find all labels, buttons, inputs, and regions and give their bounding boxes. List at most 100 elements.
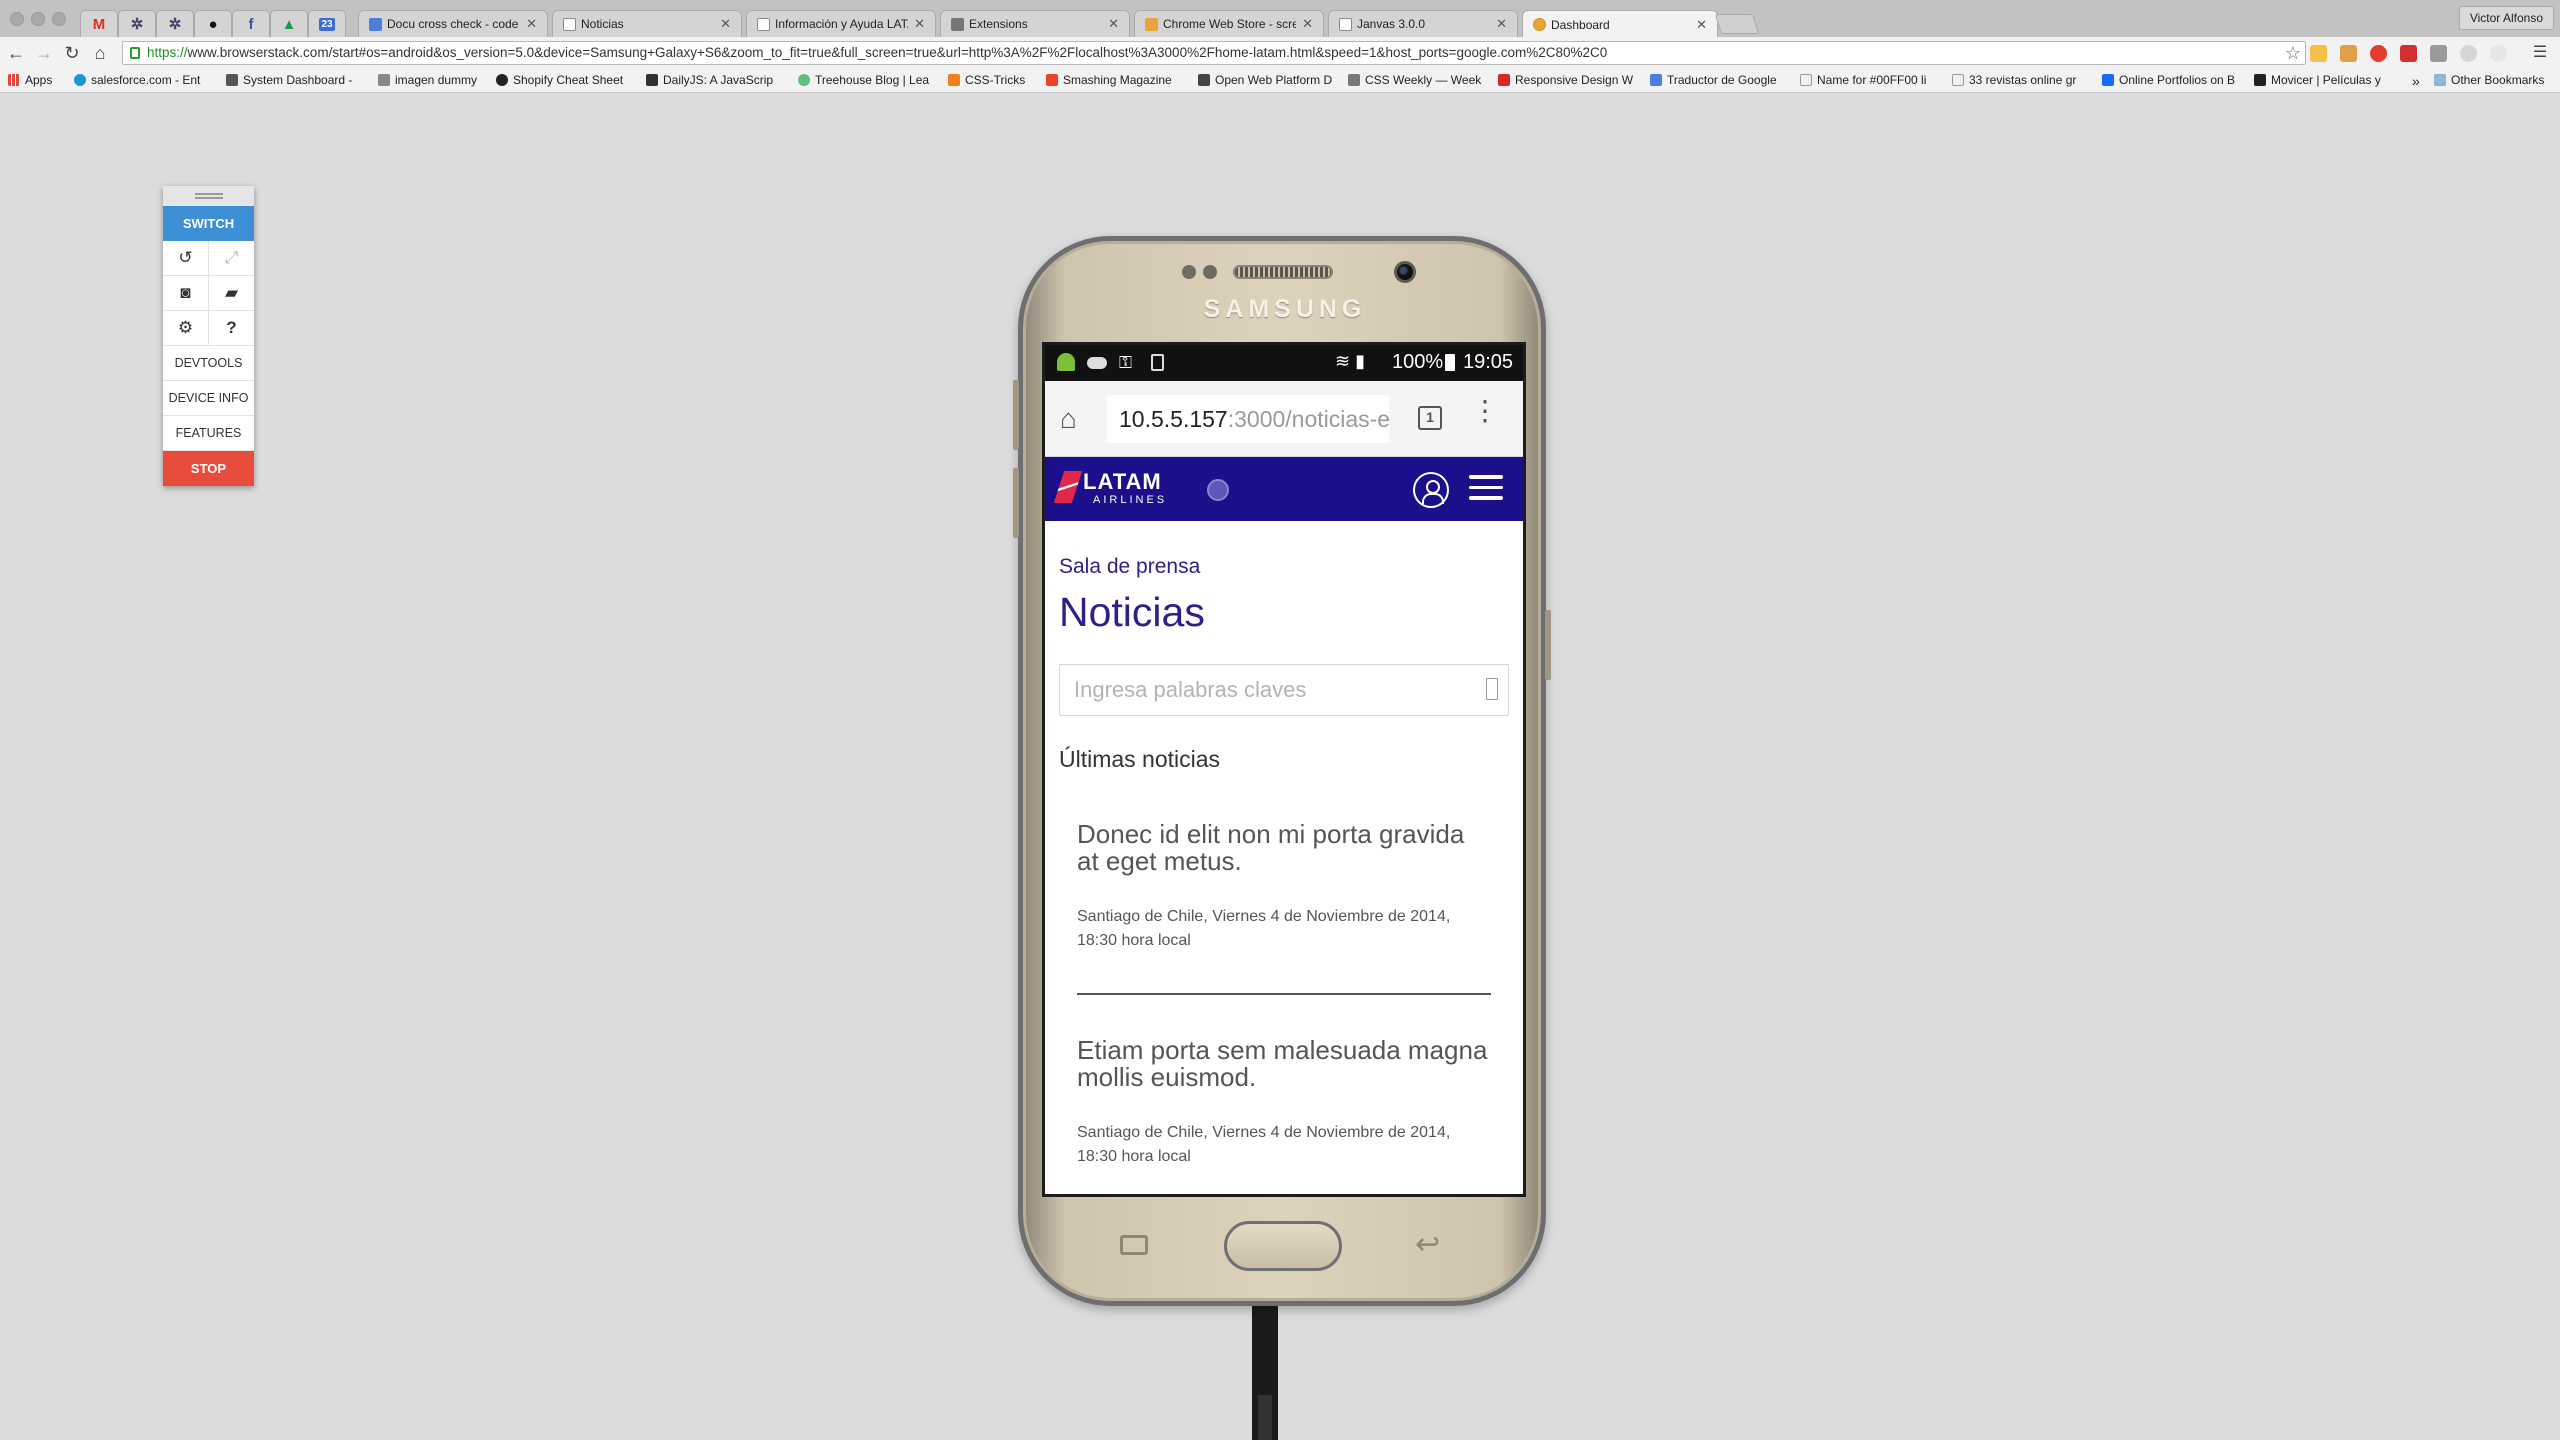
close-icon[interactable]: ✕ <box>914 16 925 32</box>
back-arrow-icon[interactable]: ← <box>6 43 26 63</box>
bookmark-item[interactable]: Shopify Cheat Sheet <box>496 73 623 87</box>
bookmark-item[interactable]: Name for #00FF00 li <box>1800 73 1926 87</box>
reload-icon[interactable]: ↻ <box>62 43 82 63</box>
latam-logo[interactable]: LATAM <box>1083 471 1162 493</box>
new-tab-button[interactable] <box>1714 14 1760 34</box>
bookmark-item[interactable]: Smashing Magazine <box>1046 73 1172 87</box>
pinned-tab-github[interactable]: ● <box>194 10 232 37</box>
home-button[interactable] <box>1224 1221 1342 1271</box>
tab-docu-cross-check[interactable]: Docu cross check - code r ✕ <box>358 10 548 37</box>
tab-informacion-ayuda[interactable]: Información y Ayuda LATAM ✕ <box>746 10 936 37</box>
pinned-tab-network[interactable]: ✲ <box>118 10 156 37</box>
android-icon <box>1057 353 1075 371</box>
bookmark-item[interactable]: DailyJS: A JavaScrip <box>646 73 773 87</box>
search-input[interactable]: Ingresa palabras claves <box>1059 664 1509 716</box>
bookmark-item[interactable]: Online Portfolios on B <box>2102 73 2235 87</box>
rotate-icon[interactable]: ↺ <box>163 241 208 275</box>
news-title[interactable]: Donec id elit non mi porta gravida at eg… <box>1077 821 1491 875</box>
bookmark-item[interactable]: CSS-Tricks <box>948 73 1025 87</box>
calendar-icon: 23 <box>319 17 335 31</box>
pinned-tab-network[interactable]: ✲ <box>156 10 194 37</box>
zoom-window-button[interactable] <box>52 12 66 26</box>
bookmark-item[interactable]: System Dashboard - <box>226 73 352 87</box>
recent-apps-button[interactable] <box>1120 1235 1148 1255</box>
overflow-menu-icon[interactable]: ⋮ <box>1471 397 1499 425</box>
chrome-menu-icon[interactable]: ☰ <box>2530 43 2550 63</box>
device-info-button[interactable]: DEVICE INFO <box>163 381 254 416</box>
pinned-tab-gmail[interactable]: M <box>80 10 118 37</box>
github-icon: ● <box>208 15 218 33</box>
close-icon[interactable]: ✕ <box>720 16 731 32</box>
tab-extensions[interactable]: Extensions ✕ <box>940 10 1130 37</box>
extension-ruler-icon[interactable] <box>2340 45 2357 62</box>
tab-chrome-web-store[interactable]: Chrome Web Store - screen ✕ <box>1134 10 1324 37</box>
bookmark-item[interactable]: 33 revistas online gr <box>1952 73 2076 87</box>
bookmark-item[interactable]: imagen dummy <box>378 73 477 87</box>
bookmark-item[interactable]: Responsive Design W <box>1498 73 1633 87</box>
forward-arrow-icon[interactable]: → <box>34 43 54 63</box>
stop-button[interactable]: STOP <box>163 451 254 486</box>
bookmark-star-icon[interactable]: ☆ <box>2285 42 2301 64</box>
bookmark-item[interactable]: salesforce.com - Ent <box>74 73 200 87</box>
profile-button[interactable]: Victor Alfonso <box>2458 6 2554 30</box>
bookmark-item[interactable]: Treehouse Blog | Lea <box>798 73 929 87</box>
devtools-button[interactable]: DEVTOOLS <box>163 346 254 381</box>
bookmark-item[interactable]: Movicer | Películas y <box>2254 73 2381 87</box>
extension-gray-icon[interactable] <box>2430 45 2447 62</box>
pinned-tab-calendar[interactable]: 23 <box>308 10 346 37</box>
tab-dashboard[interactable]: Dashboard ✕ <box>1522 10 1718 38</box>
hamburger-menu-icon[interactable] <box>1469 475 1503 501</box>
fullscreen-icon[interactable]: ⤢ <box>208 241 254 275</box>
movicer-icon <box>2254 74 2266 86</box>
help-icon[interactable]: ? <box>208 311 254 345</box>
features-button[interactable]: FEATURES <box>163 416 254 451</box>
news-item[interactable]: Etiam porta sem malesuada magna mollis e… <box>1077 995 1491 1169</box>
other-bookmarks[interactable]: Other Bookmarks <box>2434 73 2544 87</box>
close-window-button[interactable] <box>10 12 24 26</box>
close-icon[interactable]: ✕ <box>1696 17 1707 33</box>
home-icon[interactable]: ⌂ <box>90 43 110 63</box>
close-icon[interactable]: ✕ <box>1496 16 1507 32</box>
close-icon[interactable]: ✕ <box>526 16 537 32</box>
camera-icon[interactable]: ◙ <box>163 276 208 310</box>
search-icon[interactable] <box>1486 678 1498 700</box>
bookmarks-overflow-button[interactable]: » <box>2412 73 2420 89</box>
latam-logo-mark <box>1053 471 1083 503</box>
pinned-tab-drive[interactable]: ▲ <box>270 10 308 37</box>
pinned-tab-facebook[interactable]: f <box>232 10 270 37</box>
network-icon: ✲ <box>130 16 144 33</box>
extension-light-icon[interactable] <box>2490 45 2507 62</box>
tab-title: Docu cross check - code r <box>387 17 521 31</box>
extension-pencil-icon[interactable] <box>2310 45 2327 62</box>
extension-css-icon[interactable] <box>2400 45 2417 62</box>
extension-opera-icon[interactable] <box>2370 45 2387 62</box>
tab-noticias[interactable]: Noticias ✕ <box>552 10 742 37</box>
news-item[interactable]: Donec id elit non mi porta gravida at eg… <box>1077 773 1491 995</box>
address-bar[interactable]: https://www.browserstack.com/start#os=an… <box>122 41 2306 65</box>
home-icon[interactable]: ⌂ <box>1060 403 1077 435</box>
extension-circle-icon[interactable] <box>2460 45 2477 62</box>
browserstack-toolbar: SWITCH ↺ ⤢ ◙ ▰ ⚙ ? DEVTOOLS DEVICE INFO … <box>163 186 254 486</box>
user-account-icon[interactable] <box>1413 472 1449 508</box>
breadcrumb[interactable]: Sala de prensa <box>1059 555 1509 579</box>
mobile-address-bar[interactable]: 10.5.5.157:3000/noticias-e <box>1107 395 1389 443</box>
bookmark-item[interactable]: Traductor de Google <box>1650 73 1777 87</box>
gear-icon[interactable]: ⚙ <box>163 311 208 345</box>
minimize-window-button[interactable] <box>31 12 45 26</box>
lock-icon <box>130 47 140 59</box>
bug-report-icon[interactable]: ▰ <box>208 276 254 310</box>
news-title[interactable]: Etiam porta sem malesuada magna mollis e… <box>1077 1037 1491 1091</box>
bookmark-apps[interactable]: Apps <box>8 73 52 87</box>
tab-switcher-button[interactable]: 1 <box>1418 406 1442 430</box>
tab-janvas[interactable]: Janvas 3.0.0 ✕ <box>1328 10 1518 37</box>
drag-handle[interactable] <box>163 186 254 206</box>
switch-button[interactable]: SWITCH <box>163 206 254 241</box>
tab-title: Janvas 3.0.0 <box>1357 17 1426 31</box>
close-icon[interactable]: ✕ <box>1302 16 1313 32</box>
bookmark-item[interactable]: CSS Weekly — Week <box>1348 73 1481 87</box>
dashboard-icon <box>226 74 238 86</box>
back-button[interactable]: ↩ <box>1415 1227 1440 1262</box>
close-icon[interactable]: ✕ <box>1108 16 1119 32</box>
url-host: 10.5.5.157 <box>1119 406 1228 432</box>
bookmark-item[interactable]: Open Web Platform D <box>1198 73 1332 87</box>
